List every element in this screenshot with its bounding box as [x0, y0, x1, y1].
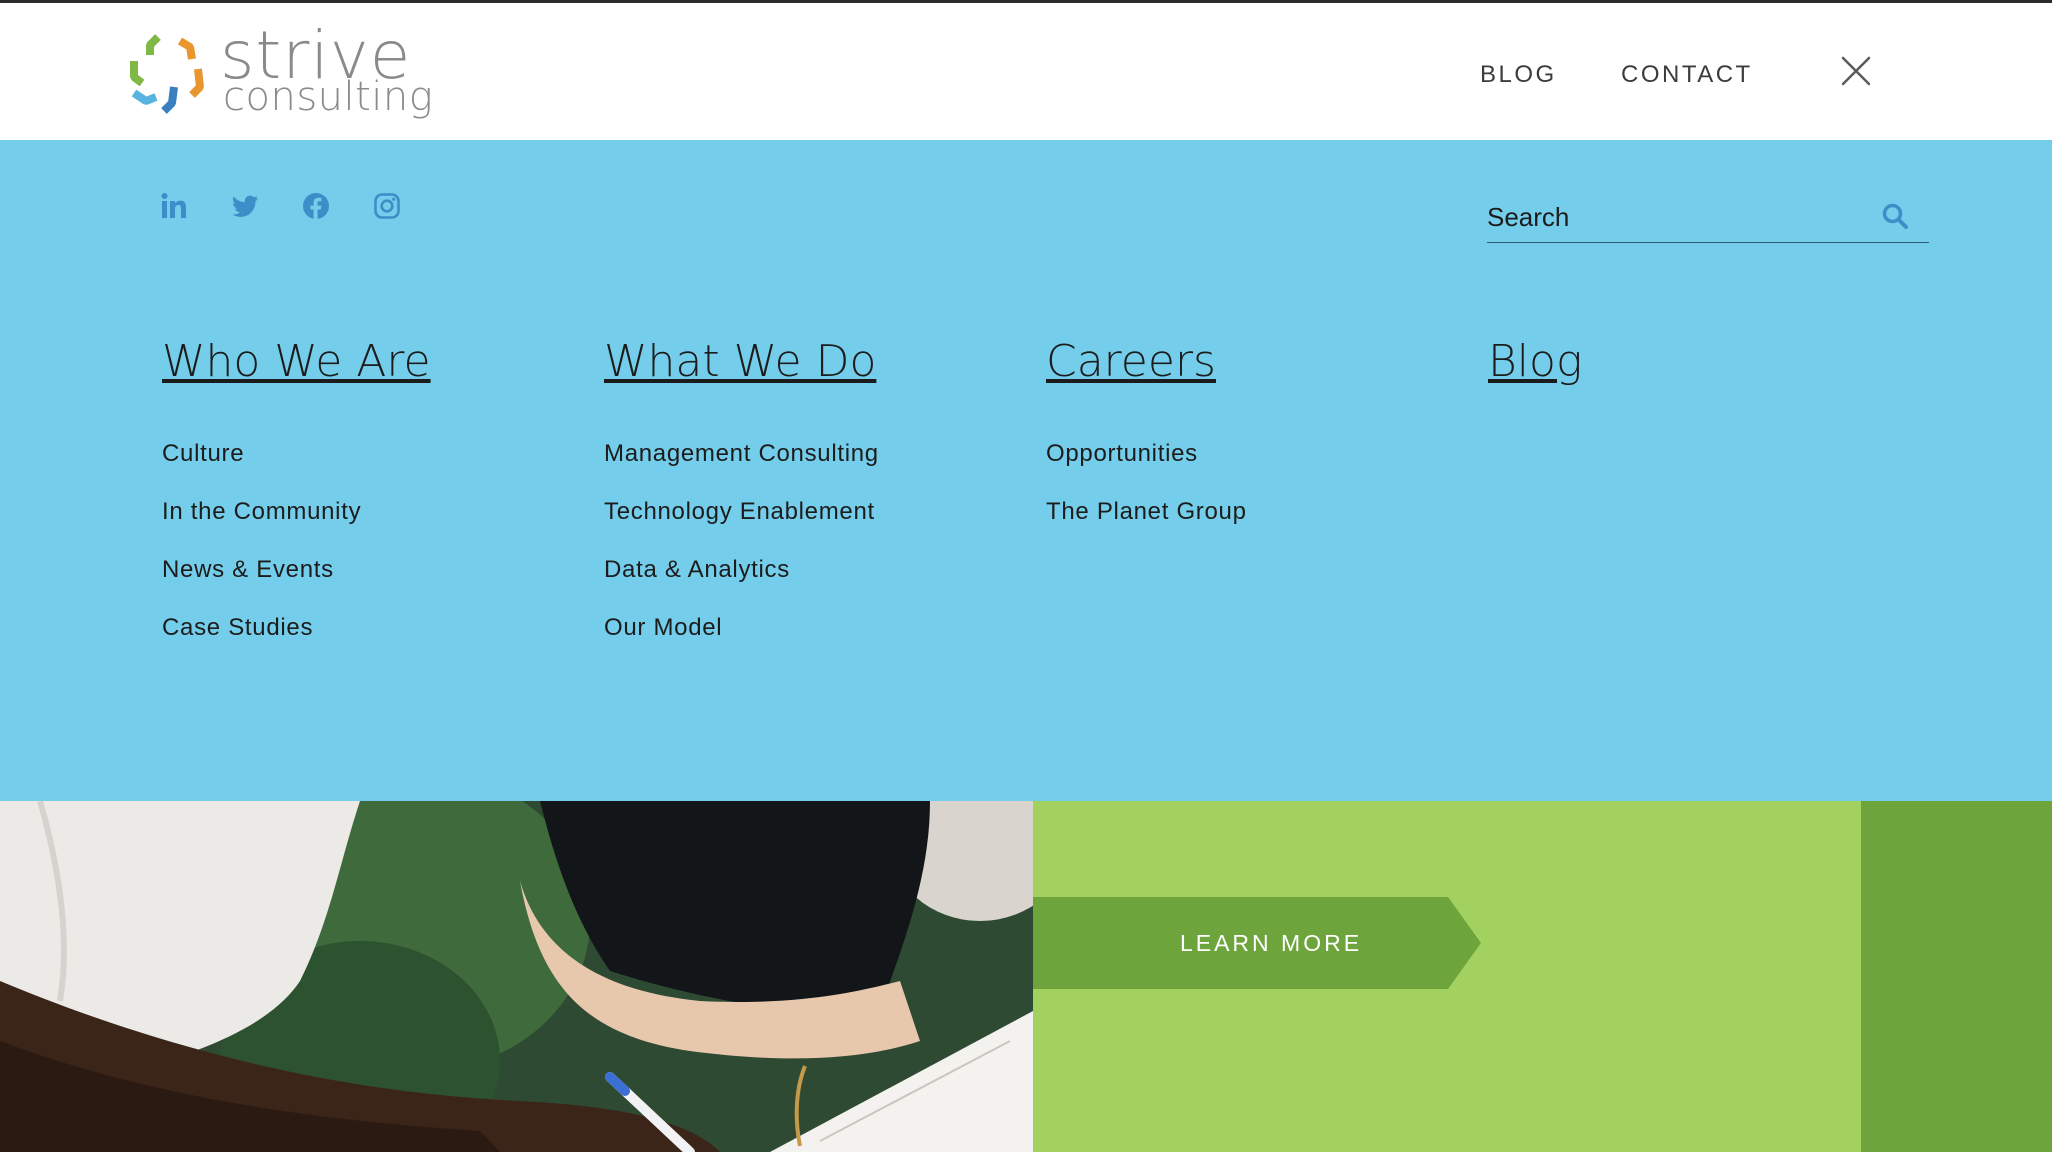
hero-photo: [0, 801, 1033, 1152]
menu-link-technology-enablement[interactable]: Technology Enablement: [604, 498, 875, 525]
menu-link-our-model[interactable]: Our Model: [604, 614, 722, 641]
menu-heading-careers[interactable]: Careers: [1046, 334, 1466, 390]
menu-link-case-studies[interactable]: Case Studies: [162, 614, 313, 641]
learn-more-button[interactable]: LEARN MORE: [1033, 897, 1481, 989]
menu-link-in-the-community[interactable]: In the Community: [162, 498, 361, 525]
menu-link-culture[interactable]: Culture: [162, 440, 244, 467]
menu-heading-who-we-are[interactable]: Who We Are: [162, 334, 582, 390]
menu-heading-what-we-do[interactable]: What We Do: [604, 334, 1024, 390]
menu-column-who-we-are: Who We Are Culture In the Community News…: [162, 334, 582, 670]
hero-photo-illustration: [0, 801, 1033, 1152]
menu-link-news-events[interactable]: News & Events: [162, 556, 334, 583]
close-menu-icon[interactable]: [1838, 53, 1874, 89]
logo-mark-icon: [130, 34, 204, 114]
cta-panel-accent: [1861, 801, 2052, 1152]
menu-column-what-we-do: What We Do Management Consulting Technol…: [604, 334, 1024, 670]
menu-column-careers: Careers Opportunities The Planet Group: [1046, 334, 1466, 554]
search-icon[interactable]: [1880, 201, 1910, 231]
nav-link-blog[interactable]: BLOG: [1480, 57, 1557, 93]
linkedin-icon[interactable]: [160, 192, 188, 220]
twitter-icon[interactable]: [231, 192, 259, 220]
nav-link-contact[interactable]: CONTACT: [1621, 57, 1753, 93]
menu-link-management-consulting[interactable]: Management Consulting: [604, 440, 879, 467]
instagram-icon[interactable]: [373, 192, 401, 220]
facebook-icon[interactable]: [302, 192, 330, 220]
mega-menu: Who We Are Culture In the Community News…: [0, 140, 2052, 801]
menu-column-blog: Blog: [1488, 334, 1908, 390]
learn-more-label: LEARN MORE: [1179, 930, 1363, 956]
strive-consulting-logo[interactable]: strive consulting: [128, 23, 433, 119]
menu-link-the-planet-group[interactable]: The Planet Group: [1046, 498, 1247, 525]
social-links: [160, 192, 401, 220]
site-header: strive consulting BLOG CONTACT: [0, 3, 2052, 140]
logo-wordmark-consulting: consulting: [223, 74, 434, 120]
menu-link-opportunities[interactable]: Opportunities: [1046, 440, 1198, 467]
menu-heading-blog[interactable]: Blog: [1488, 334, 1908, 390]
search-bar: [1487, 194, 1929, 243]
search-input[interactable]: [1487, 194, 1867, 240]
menu-link-data-analytics[interactable]: Data & Analytics: [604, 556, 790, 583]
